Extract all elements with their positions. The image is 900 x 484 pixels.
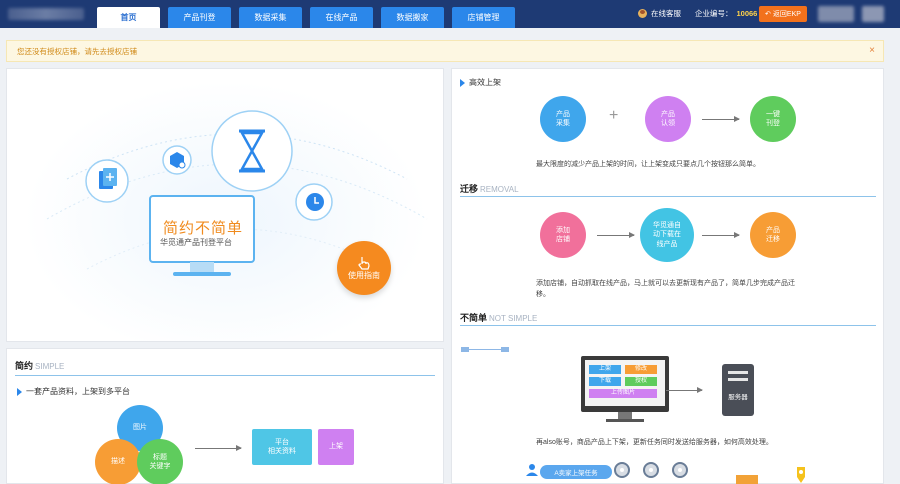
disk-icon [614, 462, 630, 478]
hero-illustration [46, 110, 428, 276]
server-icon [722, 364, 754, 416]
support-link[interactable]: 在线客服 [651, 8, 681, 19]
back-arrow-icon: ↶ [765, 11, 771, 18]
server-label: 服务器 [728, 394, 748, 401]
plus-icon: + [609, 107, 619, 124]
features-panel: 高效上架 产品 采集 + 产品 认领 一键 刊登 最大限度的减少产品上架的时间，… [451, 68, 884, 484]
main-nav: 首页 产品刊登 数据采集 在线产品 数据搬家 店铺管理 [97, 7, 515, 28]
divider [15, 375, 435, 376]
simple-title: 简约 [15, 361, 34, 371]
support-icon [638, 9, 647, 18]
bullet-triangle-icon [17, 387, 22, 396]
divider [460, 325, 876, 326]
account-extra[interactable] [862, 6, 884, 22]
user-guide-button[interactable]: 使用指南 [337, 241, 391, 295]
brand-logo [8, 8, 84, 20]
tab-product-listing[interactable]: 产品刊登 [168, 7, 231, 28]
notsimple-title: 不简单 [460, 313, 488, 323]
notsimple-title-en: NOT SIMPLE [489, 314, 538, 323]
back-ekp-label: 返回EKP [772, 11, 801, 18]
step-add-store: 添加 店铺 [540, 212, 586, 258]
hero-panel: 简约不简单 华觅通产品刊登平台 使用指南 [6, 68, 444, 342]
removal-desc: 添加店铺，自动抓取在线产品，马上就可以去更新现有产品了，简单几步完成产品迁移。 [536, 280, 795, 298]
efficient-desc: 最大限度的减少产品上架的时间，让上架变成只要点几个按钮那么简单。 [536, 161, 760, 168]
tab-store-management[interactable]: 店铺管理 [452, 7, 515, 28]
hero-subtitle: 华觅通产品刊登平台 [160, 238, 232, 247]
platform-data-box: 平台 相关资料 [252, 429, 312, 465]
removal-heading: 迁移 REMOVAL [460, 182, 519, 195]
arrow-icon [597, 232, 635, 238]
company-number: 10066 [736, 9, 758, 18]
tab-online-products[interactable]: 在线产品 [310, 7, 373, 28]
user-guide-label: 使用指南 [348, 270, 380, 280]
listing-box: 上架 [318, 429, 354, 465]
efficient-heading: 高效上架 [460, 77, 501, 88]
close-icon[interactable]: × [869, 45, 875, 56]
monitor-btn-upload: 上传图片 [589, 389, 657, 398]
step-collect: 产品 采集 [540, 96, 586, 142]
circle-description: 描述 [95, 439, 141, 484]
disk-icon [643, 462, 659, 478]
monitor-btn-auth: 授权 [625, 377, 657, 386]
notsimple-heading: 不简单 NOT SIMPLE [460, 311, 537, 324]
account-name[interactable] [818, 6, 854, 22]
arrow-icon [702, 232, 740, 238]
bullet-triangle-icon [460, 78, 465, 87]
auth-notice-text[interactable]: 您还没有授权店铺，请先去授权店铺 [17, 46, 137, 57]
tab-data-collection[interactable]: 数据采集 [239, 7, 302, 28]
top-bar: 首页 产品刊登 数据采集 在线产品 数据搬家 店铺管理 在线客服 企业编号： 1… [0, 0, 900, 28]
divider [460, 196, 876, 197]
history-icon [306, 193, 324, 211]
disk-icon [672, 462, 688, 478]
tab-home[interactable]: 首页 [97, 7, 160, 28]
simple-bullet-text: 一套产品资料，上架到多平台 [26, 387, 130, 396]
removal-title-en: REMOVAL [480, 185, 519, 194]
simple-heading: 简约 SIMPLE [15, 359, 64, 372]
step-auto-download: 华觅通自 动下载在 线产品 [640, 208, 694, 262]
simple-bullet: 一套产品资料，上架到多平台 [17, 386, 130, 397]
hand-pointer-icon [358, 256, 370, 270]
step-claim: 产品 认领 [645, 96, 691, 142]
company-label: 企业编号： [695, 9, 733, 18]
simple-title-en: SIMPLE [35, 362, 65, 371]
simple-panel: 简约 SIMPLE 一套产品资料，上架到多平台 图片 描述 标题 关键字 平台 相… [6, 348, 444, 484]
step-migrate: 产品 迁移 [750, 212, 796, 258]
monitor-btn-download: 下载 [589, 377, 621, 386]
tab-data-migration[interactable]: 数据搬家 [381, 7, 444, 28]
account-chain-icon [461, 347, 509, 352]
arrow-icon [702, 116, 740, 122]
removal-title: 迁移 [460, 184, 479, 194]
arrow-icon [195, 445, 242, 451]
seller-task-pill: A卖家上架任务 [540, 465, 612, 479]
tag-icon [797, 467, 805, 483]
circle-title-keywords: 标题 关键字 [137, 439, 183, 484]
hero-title: 简约不简单 [163, 220, 244, 237]
back-ekp-button[interactable]: ↶ 返回EKP [759, 6, 807, 22]
box-icon [736, 475, 758, 484]
user-area: 在线客服 企业编号： 10066 [638, 8, 757, 19]
monitor-btn-edit: 修改 [625, 365, 657, 374]
notsimple-desc: 再also账号，商品产品上下架，更新任务同时发送给服务器，如何高效处理。 [536, 439, 773, 446]
user-icon [526, 464, 538, 476]
efficient-title: 高效上架 [469, 78, 501, 87]
auth-notice: 您还没有授权店铺，请先去授权店铺 × [6, 40, 884, 62]
step-publish: 一键 刊登 [750, 96, 796, 142]
monitor-btn-list: 上架 [589, 365, 621, 374]
add-document-icon [99, 168, 117, 189]
arrow-icon [666, 387, 703, 393]
